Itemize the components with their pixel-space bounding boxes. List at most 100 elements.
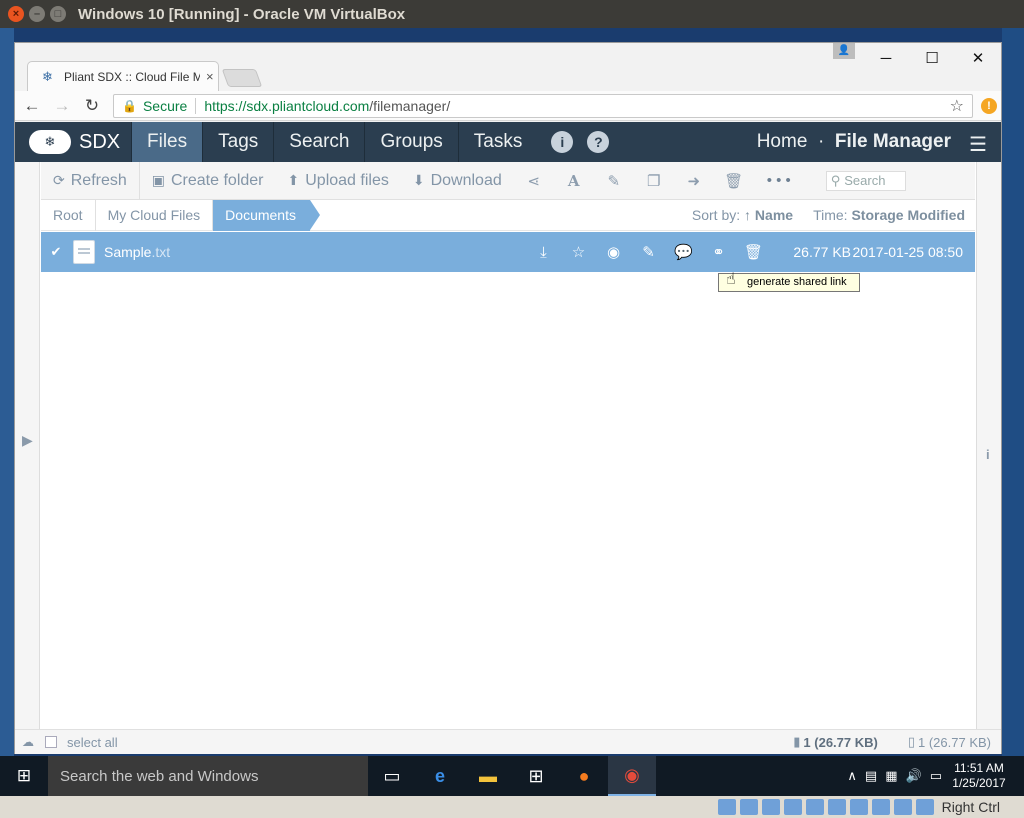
- cloud-logo-icon: ❄: [29, 130, 71, 154]
- sort-control[interactable]: Sort by: ↑ Name: [692, 207, 793, 223]
- vbox-recording-icon[interactable]: [871, 799, 890, 815]
- row-delete-trash-icon[interactable]: 🗑: [736, 243, 771, 261]
- row-edit-pencil-icon[interactable]: ✎: [631, 243, 666, 261]
- tray-device-icon[interactable]: ▤: [865, 768, 877, 784]
- sdx-logo[interactable]: ❄ SDX: [15, 122, 131, 162]
- row-download-icon[interactable]: ⤓: [526, 244, 561, 261]
- vbox-mouse-icon[interactable]: [915, 799, 934, 815]
- search-icon: ⚲: [830, 172, 841, 188]
- tab-close-icon[interactable]: ×: [206, 69, 214, 84]
- store-icon[interactable]: ⊞: [512, 756, 560, 796]
- refresh-label: Refresh: [70, 171, 127, 189]
- network-icon[interactable]: ▦: [885, 768, 897, 784]
- vbox-optical-icon[interactable]: [739, 799, 758, 815]
- profile-icon[interactable]: 👤: [833, 43, 855, 59]
- action-toolbar: ⟳ Refresh ▣ Create folder ⬆ Upload files…: [41, 161, 975, 200]
- info-icon[interactable]: i: [551, 131, 574, 153]
- row-checkmark-icon[interactable]: ✔: [41, 244, 71, 260]
- sort-value[interactable]: ↑ Name: [744, 207, 793, 223]
- reload-icon[interactable]: ↻: [79, 96, 105, 116]
- breadcrumb-root[interactable]: Root: [41, 199, 96, 231]
- help-icon[interactable]: ?: [587, 131, 610, 153]
- task-view-icon[interactable]: ▭: [368, 756, 416, 796]
- host-titlebar: × – □ Windows 10 [Running] - Oracle VM V…: [0, 0, 1024, 28]
- create-folder-button[interactable]: ▣ Create folder: [140, 162, 276, 200]
- vbox-usb-icon[interactable]: [805, 799, 824, 815]
- row-preview-eye-icon[interactable]: ◉: [596, 243, 631, 261]
- file-explorer-icon[interactable]: ▬: [464, 756, 512, 796]
- nav-tasks[interactable]: Tasks: [457, 122, 538, 162]
- more-actions-icon[interactable]: • • •: [754, 172, 804, 189]
- browser-tab[interactable]: ❄ Pliant SDX :: Cloud File M ×: [27, 61, 219, 91]
- crumb-home[interactable]: Home: [757, 131, 808, 152]
- time-value[interactable]: Storage Modified: [851, 207, 965, 223]
- info-panel-icon[interactable]: i: [986, 447, 990, 462]
- taskbar-search-box[interactable]: Search the web and Windows: [48, 756, 368, 796]
- minimize-button[interactable]: ─: [863, 43, 909, 73]
- row-shared-link-icon[interactable]: ⚭: [701, 243, 736, 261]
- maximize-button[interactable]: ☐: [909, 43, 955, 73]
- system-tray: ∧ ▤ ▦ 🔊 ▭ 11:51 AM 1/25/2017: [843, 761, 1024, 791]
- notifications-icon[interactable]: ▭: [930, 768, 942, 784]
- left-panel-toggle[interactable]: ▶: [15, 162, 40, 754]
- guest-desktop: ❄ Pliant SDX :: Cloud File M × 👤 ─ ☐ ✕ ←…: [0, 28, 1024, 796]
- select-all-label[interactable]: select all: [67, 735, 118, 750]
- breadcrumb-my-cloud-files[interactable]: My Cloud Files: [96, 199, 214, 231]
- nav-files[interactable]: Files: [131, 122, 203, 162]
- host-maximize-button[interactable]: □: [50, 6, 66, 22]
- taskbar-search-placeholder: Search the web and Windows: [60, 767, 259, 785]
- vbox-network-icon[interactable]: [783, 799, 802, 815]
- windows-start-icon[interactable]: ⊞: [0, 756, 48, 796]
- nav-groups[interactable]: Groups: [364, 122, 457, 162]
- address-bar[interactable]: 🔒 Secure https://sdx.pliantcloud.com/fil…: [113, 93, 973, 118]
- nav-tags[interactable]: Tags: [202, 122, 273, 162]
- file-search-input[interactable]: ⚲ Search: [825, 170, 906, 191]
- copy-icon[interactable]: ❐: [634, 172, 674, 190]
- alert-icon[interactable]: !: [981, 97, 997, 114]
- file-name[interactable]: Sample.txt: [104, 244, 170, 260]
- select-all-checkbox[interactable]: [45, 736, 57, 748]
- bookmark-star-icon[interactable]: ☆: [950, 96, 964, 116]
- refresh-button[interactable]: ⟳ Refresh: [41, 162, 139, 200]
- forward-arrow-icon[interactable]: →: [49, 96, 75, 116]
- host-close-button[interactable]: ×: [8, 6, 24, 22]
- volume-icon[interactable]: 🔊: [906, 768, 922, 784]
- close-button[interactable]: ✕: [955, 43, 1001, 73]
- row-comment-icon[interactable]: 💬: [666, 243, 701, 261]
- share-icon[interactable]: ⋖: [514, 172, 554, 190]
- right-info-panel-toggle[interactable]: i: [976, 162, 1001, 754]
- url-path: /filemanager/: [369, 97, 451, 114]
- chrome-icon[interactable]: ◉: [608, 756, 656, 796]
- edge-browser-icon[interactable]: e: [416, 756, 464, 796]
- file-row[interactable]: ✔ Sample.txt ⤓ ☆ ◉ ✎ 💬 ⚭ 🗑 26.77 KB 2017…: [41, 232, 975, 272]
- vbox-hdd-icon[interactable]: [717, 799, 736, 815]
- download-button[interactable]: ⬇ Download: [401, 162, 514, 200]
- clock[interactable]: 11:51 AM 1/25/2017: [946, 761, 1012, 791]
- vbox-shared-folders-icon[interactable]: [827, 799, 846, 815]
- sort-label: Sort by:: [691, 207, 741, 223]
- desktop-background-left: [0, 28, 14, 756]
- row-favorite-star-icon[interactable]: ☆: [561, 243, 596, 261]
- new-tab-button[interactable]: [221, 69, 263, 87]
- edit-pencil-icon[interactable]: ✎: [594, 172, 634, 190]
- vbox-display-icon[interactable]: [849, 799, 868, 815]
- tray-chevron-icon[interactable]: ∧: [847, 768, 857, 784]
- total-file-icon: ▯: [907, 734, 915, 749]
- upload-files-button[interactable]: ⬆ Upload files: [276, 162, 401, 200]
- hamburger-menu-icon[interactable]: ☰: [969, 132, 987, 157]
- rename-icon[interactable]: A: [554, 172, 594, 190]
- nav-search[interactable]: Search: [273, 122, 364, 162]
- expand-arrow-icon[interactable]: ▶: [22, 432, 33, 449]
- move-arrow-icon[interactable]: ➜: [674, 172, 714, 190]
- refresh-icon: ⟳: [53, 172, 65, 188]
- crumb-separator: ·: [817, 131, 825, 152]
- vbox-cpu-icon[interactable]: [893, 799, 912, 815]
- host-minimize-button[interactable]: –: [29, 6, 45, 22]
- firefox-icon[interactable]: ●: [560, 756, 608, 796]
- delete-trash-icon[interactable]: 🗑: [714, 172, 754, 190]
- hand-cursor-icon: ☝: [726, 271, 736, 288]
- back-arrow-icon[interactable]: ←: [19, 96, 45, 116]
- time-control[interactable]: Time: Storage Modified: [813, 207, 965, 223]
- vbox-audio-icon[interactable]: [761, 799, 780, 815]
- breadcrumb-documents[interactable]: Documents: [213, 199, 320, 231]
